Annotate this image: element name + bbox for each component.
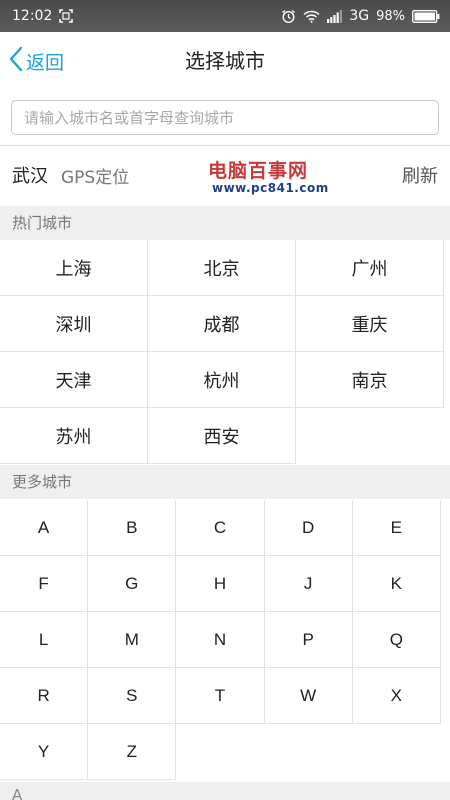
letter-index-item[interactable]: C	[176, 500, 265, 556]
letter-index-item[interactable]: K	[352, 556, 441, 612]
refresh-button[interactable]: 刷新	[402, 162, 438, 188]
letter-index-item[interactable]: X	[352, 668, 441, 724]
gps-label: GPS定位	[61, 168, 130, 188]
status-right: 3G 98%	[281, 8, 440, 24]
list-section-header: A	[0, 782, 450, 800]
battery-percent: 98%	[376, 8, 405, 24]
status-bar: 12:02 3G 98%	[0, 0, 450, 32]
letter-index-item[interactable]: N	[176, 612, 265, 668]
more-cities-header: 更多城市	[0, 465, 450, 499]
hot-city-item[interactable]: 南京	[296, 352, 444, 408]
nav-bar: 返回 选择城市	[0, 32, 450, 90]
letter-index-item[interactable]: E	[352, 500, 441, 556]
hot-city-item[interactable]: 重庆	[296, 296, 444, 352]
letter-index-item[interactable]: M	[88, 612, 177, 668]
letter-index-item[interactable]: B	[88, 500, 177, 556]
gps-city[interactable]: 武汉	[12, 162, 48, 188]
letter-index-grid: A B C D E F G H J K L M N P Q R S T W X …	[0, 500, 441, 780]
status-left: 12:02	[12, 8, 74, 24]
letter-index-item[interactable]: W	[264, 668, 353, 724]
letter-index-item[interactable]: J	[264, 556, 353, 612]
hot-city-item[interactable]: 苏州	[0, 408, 148, 464]
letter-index-item[interactable]: L	[0, 612, 89, 668]
network-type: 3G	[349, 8, 370, 24]
letter-index-item[interactable]: D	[264, 500, 353, 556]
hot-cities-header: 热门城市	[0, 206, 450, 240]
letter-index-item[interactable]: H	[176, 556, 265, 612]
watermark-name: 电脑百事网	[208, 160, 309, 182]
hot-city-item[interactable]: 西安	[148, 408, 296, 464]
letter-index-item[interactable]: P	[264, 612, 353, 668]
hot-city-item[interactable]: 北京	[148, 240, 296, 296]
signal-icon	[327, 9, 343, 23]
letter-index-item[interactable]: A	[0, 500, 89, 556]
page-title: 选择城市	[185, 49, 265, 73]
hot-city-item[interactable]: 成都	[148, 296, 296, 352]
battery-icon	[412, 9, 440, 23]
screenshot-icon	[59, 9, 74, 23]
hot-city-item[interactable]: 广州	[296, 240, 444, 296]
alarm-icon	[281, 9, 296, 24]
hot-city-item[interactable]: 上海	[0, 240, 148, 296]
city-search-input[interactable]	[11, 100, 439, 135]
search-bar	[0, 90, 450, 146]
hot-cities-grid: 上海 北京 广州 深圳 成都 重庆 天津 杭州 南京 苏州 西安	[0, 240, 444, 464]
letter-index-item[interactable]: R	[0, 668, 89, 724]
hot-city-item[interactable]: 杭州	[148, 352, 296, 408]
wifi-icon	[303, 10, 320, 23]
hot-city-item[interactable]: 天津	[0, 352, 148, 408]
letter-index-item[interactable]: S	[88, 668, 177, 724]
letter-index-item[interactable]: Y	[0, 724, 89, 780]
letter-index-item[interactable]: F	[0, 556, 89, 612]
letter-index-item[interactable]: G	[88, 556, 177, 612]
hot-city-item[interactable]: 深圳	[0, 296, 148, 352]
letter-index-item[interactable]: T	[176, 668, 265, 724]
status-time: 12:02	[12, 8, 53, 24]
letter-index-item[interactable]: Q	[352, 612, 441, 668]
letter-index-item[interactable]: Z	[88, 724, 177, 780]
watermark-url: www.pc841.com	[212, 181, 329, 195]
